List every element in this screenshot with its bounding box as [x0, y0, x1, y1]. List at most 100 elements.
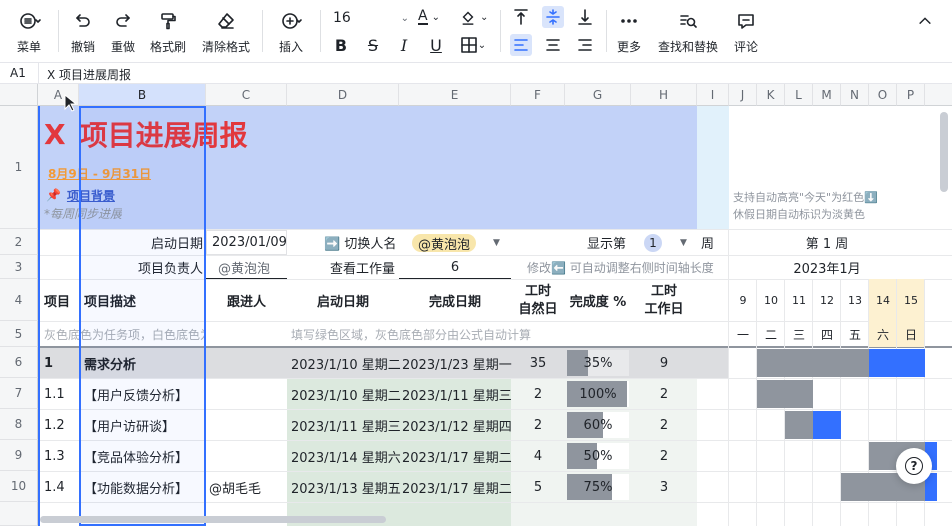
row-header-5[interactable]: 5 [0, 321, 38, 347]
task-days[interactable]: 2 [511, 410, 565, 440]
align-middle-button[interactable] [542, 6, 564, 28]
fill-color-button[interactable]: ⌄ [460, 6, 490, 28]
task-workdays[interactable]: 3 [631, 472, 697, 502]
row-header-3[interactable]: 3 [0, 255, 38, 279]
strikethrough-button[interactable]: S [362, 34, 384, 56]
task-end-date[interactable]: 2023/1/17 星期二 [402, 441, 512, 471]
insert-button[interactable]: 插入 [274, 10, 308, 55]
task-progress[interactable]: 60% [565, 410, 631, 440]
column-header-f[interactable]: F [511, 84, 565, 106]
column-header-h[interactable]: H [631, 84, 697, 106]
task-workdays[interactable]: 2 [631, 379, 697, 409]
task-name[interactable]: 【用户反馈分析】 [84, 379, 188, 409]
redo-button[interactable]: 重做 [108, 10, 138, 55]
person-selector[interactable]: @黄泡泡 [412, 234, 477, 252]
task-end-date[interactable]: 2023/1/12 星期四 [402, 410, 512, 440]
task-name[interactable]: 需求分析 [84, 348, 136, 378]
owner-value[interactable]: @黄泡泡 [206, 256, 287, 279]
task-days[interactable]: 2 [511, 379, 565, 409]
select-all-corner[interactable] [0, 84, 38, 106]
align-center-button[interactable] [542, 34, 564, 56]
format-painter-button[interactable]: 格式刷 [148, 10, 188, 55]
row-header-10[interactable]: 10 [0, 471, 38, 502]
column-header-l[interactable]: L [785, 84, 813, 106]
task-end-date[interactable]: 2023/1/11 星期三 [402, 379, 512, 409]
task-progress[interactable]: 75% [565, 472, 631, 502]
column-header-b[interactable]: B [79, 84, 206, 106]
horizontal-scrollbar[interactable] [40, 516, 386, 523]
task-name[interactable]: 【用户访研谈】 [84, 410, 175, 440]
border-button[interactable]: ⌄ [457, 34, 489, 56]
task-workdays[interactable]: 2 [631, 441, 697, 471]
collapse-toolbar-button[interactable] [914, 12, 936, 30]
column-header-j[interactable]: J [729, 84, 757, 106]
clear-format-button[interactable]: 清除格式 [200, 10, 252, 55]
task-workdays[interactable]: 9 [631, 348, 697, 378]
column-header-p[interactable]: P [897, 84, 925, 106]
more-button[interactable]: 更多 [615, 10, 643, 55]
task-progress[interactable]: 35% [565, 348, 631, 378]
find-replace-button[interactable]: 查找和替换 [656, 10, 720, 55]
italic-button[interactable]: I [393, 34, 415, 56]
task-days[interactable]: 5 [511, 472, 565, 502]
underline-button[interactable]: U [425, 34, 447, 56]
column-header-i[interactable]: I [697, 84, 729, 106]
task-progress[interactable]: 50% [565, 441, 631, 471]
align-top-button[interactable] [510, 6, 532, 28]
comment-button[interactable]: 评论 [732, 10, 760, 55]
row-header-8[interactable]: 8 [0, 409, 38, 440]
menu-button[interactable]: 菜单 [10, 10, 48, 55]
vertical-scrollbar[interactable] [940, 112, 948, 192]
task-id[interactable]: 1 [44, 348, 53, 378]
task-id[interactable]: 1.2 [44, 410, 65, 440]
column-header-g[interactable]: G [565, 84, 631, 106]
task-days[interactable]: 4 [511, 441, 565, 471]
task-workdays[interactable]: 2 [631, 410, 697, 440]
formula-input[interactable]: X 项目进展周报 [47, 66, 131, 83]
row-header-4[interactable]: 4 [0, 279, 38, 321]
task-end-date[interactable]: 2023/1/17 星期二 [402, 472, 512, 502]
row-header-9[interactable]: 9 [0, 440, 38, 471]
task-end-date[interactable]: 2023/1/23 星期一 [402, 348, 512, 378]
task-start-date[interactable]: 2023/1/10 星期二 [291, 348, 401, 378]
week-selector[interactable]: 1 [644, 234, 662, 252]
row-header-2[interactable]: 2 [0, 229, 38, 255]
gantt-bar [757, 380, 813, 408]
font-size-select[interactable]: 16 ⌄ [333, 8, 409, 28]
column-header-n[interactable]: N [841, 84, 869, 106]
column-header-d[interactable]: D [287, 84, 399, 106]
workload-input[interactable]: 6 [399, 256, 511, 279]
bold-button[interactable]: B [330, 34, 352, 56]
task-name[interactable]: 【竞品体验分析】 [84, 441, 188, 471]
column-header-m[interactable]: M [813, 84, 841, 106]
chevron-down-icon[interactable]: ▼ [493, 230, 500, 255]
align-left-button[interactable] [510, 34, 532, 56]
column-header-k[interactable]: K [757, 84, 785, 106]
row-header-1[interactable]: 1 [0, 106, 38, 229]
align-right-button[interactable] [574, 34, 596, 56]
font-color-button[interactable]: A ⌄ [418, 6, 446, 28]
task-start-date[interactable]: 2023/1/13 星期五 [291, 472, 401, 502]
column-header-e[interactable]: E [399, 84, 511, 106]
cell-reference[interactable]: A1 [10, 66, 26, 80]
start-date-input[interactable]: 2023/01/09 [206, 230, 287, 255]
background-link[interactable]: 📌 项目背景 [46, 186, 115, 204]
task-name[interactable]: 【功能数据分析】 [84, 472, 188, 502]
task-id[interactable]: 1.3 [44, 441, 65, 471]
row-header-7[interactable]: 7 [0, 378, 38, 409]
task-progress[interactable]: 100% [565, 379, 631, 409]
undo-button[interactable]: 撤销 [68, 10, 98, 55]
align-bottom-button[interactable] [574, 6, 596, 28]
column-header-c[interactable]: C [206, 84, 287, 106]
task-start-date[interactable]: 2023/1/14 星期六 [291, 441, 401, 471]
task-start-date[interactable]: 2023/1/11 星期三 [291, 410, 401, 440]
task-assignee[interactable]: @胡毛毛 [209, 472, 261, 502]
chevron-down-icon[interactable]: ▼ [680, 230, 687, 255]
task-id[interactable]: 1.1 [44, 379, 65, 409]
column-header-o[interactable]: O [869, 84, 897, 106]
task-start-date[interactable]: 2023/1/10 星期二 [291, 379, 401, 409]
task-days[interactable]: 35 [511, 348, 565, 378]
help-button[interactable]: ? [896, 448, 932, 484]
task-id[interactable]: 1.4 [44, 472, 65, 502]
row-header-6[interactable]: 6 [0, 347, 38, 378]
